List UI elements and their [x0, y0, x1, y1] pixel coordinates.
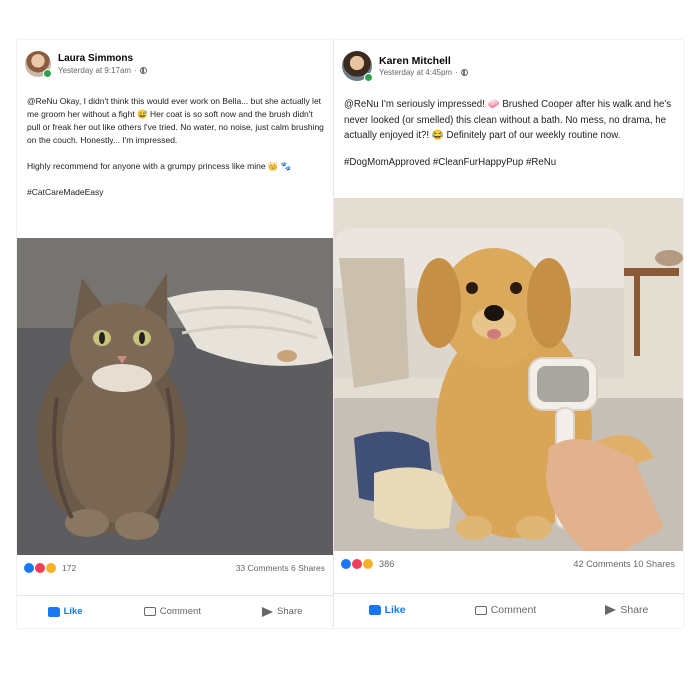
reaction-summary[interactable]: 172 — [23, 562, 76, 574]
wow-reaction-icon — [362, 558, 374, 570]
reaction-count[interactable]: 172 — [62, 563, 76, 573]
post-paragraph: Highly recommend for anyone with a grump… — [27, 161, 292, 171]
comment-label: Comment — [490, 604, 537, 616]
globe-icon — [139, 66, 147, 74]
action-bar: Like Comment Share — [334, 593, 683, 616]
share-button[interactable]: Share — [605, 604, 648, 616]
online-status-dot — [364, 73, 373, 82]
action-bar: Like Comment Share — [17, 595, 333, 617]
reaction-summary[interactable]: 386 — [340, 558, 394, 570]
post-card-karen: Karen Mitchell Yesterday at 4:45pm · @ReN… — [334, 40, 683, 628]
author-name[interactable]: Karen Mitchell — [379, 55, 468, 67]
comment-icon — [474, 605, 487, 615]
share-label: Share — [277, 606, 303, 617]
post-card-laura: Laura Simmons Yesterday at 9:17am · @ReNu… — [17, 40, 333, 628]
comments-shares-count[interactable]: 33 Comments 6 Shares — [236, 563, 325, 573]
post-paragraph: @ReNu Okay, I didn't think this would ev… — [27, 96, 324, 145]
hashtag-line[interactable]: #CatCareMadeEasy — [27, 186, 327, 199]
like-label: Like — [63, 606, 83, 617]
engagement-bar: 172 33 Comments 6 Shares — [23, 562, 325, 574]
thumbs-up-icon — [368, 605, 381, 615]
thumbs-up-icon — [47, 606, 60, 617]
timestamp-text[interactable]: Yesterday at 9:17am — [58, 65, 131, 76]
post-photo-cat[interactable] — [17, 238, 333, 555]
post-header: Karen Mitchell Yesterday at 4:45pm · — [342, 51, 468, 82]
author-meta: Laura Simmons Yesterday at 9:17am · — [58, 53, 147, 76]
comment-label: Comment — [159, 606, 201, 617]
share-label: Share — [620, 604, 649, 616]
post-body: @ReNu I'm seriously impressed! 🧼 Brushed… — [344, 97, 674, 181]
like-button[interactable]: Like — [368, 604, 406, 616]
like-label: Like — [384, 604, 406, 616]
comment-button[interactable]: Comment — [474, 604, 537, 616]
timestamp-text[interactable]: Yesterday at 4:45pm — [379, 67, 452, 78]
comments-shares-count[interactable]: 42 Comments 10 Shares — [573, 559, 675, 569]
reaction-count[interactable]: 386 — [379, 559, 394, 569]
dog-photo-illustration — [334, 198, 683, 551]
hashtag-line[interactable]: #DogMomApproved #CleanFurHappyPup #ReNu — [344, 155, 674, 171]
author-name[interactable]: Laura Simmons — [58, 53, 147, 65]
share-button[interactable]: Share — [262, 606, 302, 617]
comment-button[interactable]: Comment — [143, 606, 201, 617]
globe-icon — [460, 68, 468, 76]
like-button[interactable]: Like — [47, 606, 83, 617]
wow-reaction-icon — [45, 562, 57, 574]
author-meta: Karen Mitchell Yesterday at 4:45pm · — [379, 55, 468, 78]
comment-icon — [143, 607, 156, 616]
online-status-dot — [43, 69, 52, 78]
post-header: Laura Simmons Yesterday at 9:17am · — [25, 51, 147, 78]
avatar[interactable] — [342, 51, 373, 82]
share-arrow-icon — [605, 605, 617, 615]
cat-photo-illustration — [17, 238, 333, 555]
post-body: @ReNu Okay, I didn't think this would ev… — [27, 95, 327, 212]
avatar[interactable] — [25, 51, 52, 78]
post-photo-dog[interactable] — [334, 198, 683, 551]
post-timestamp[interactable]: Yesterday at 9:17am · — [58, 65, 147, 76]
post-timestamp[interactable]: Yesterday at 4:45pm · — [379, 67, 468, 78]
share-arrow-icon — [262, 606, 274, 617]
post-paragraph: @ReNu I'm seriously impressed! 🧼 Brushed… — [344, 99, 672, 141]
engagement-bar: 386 42 Comments 10 Shares — [340, 558, 675, 570]
